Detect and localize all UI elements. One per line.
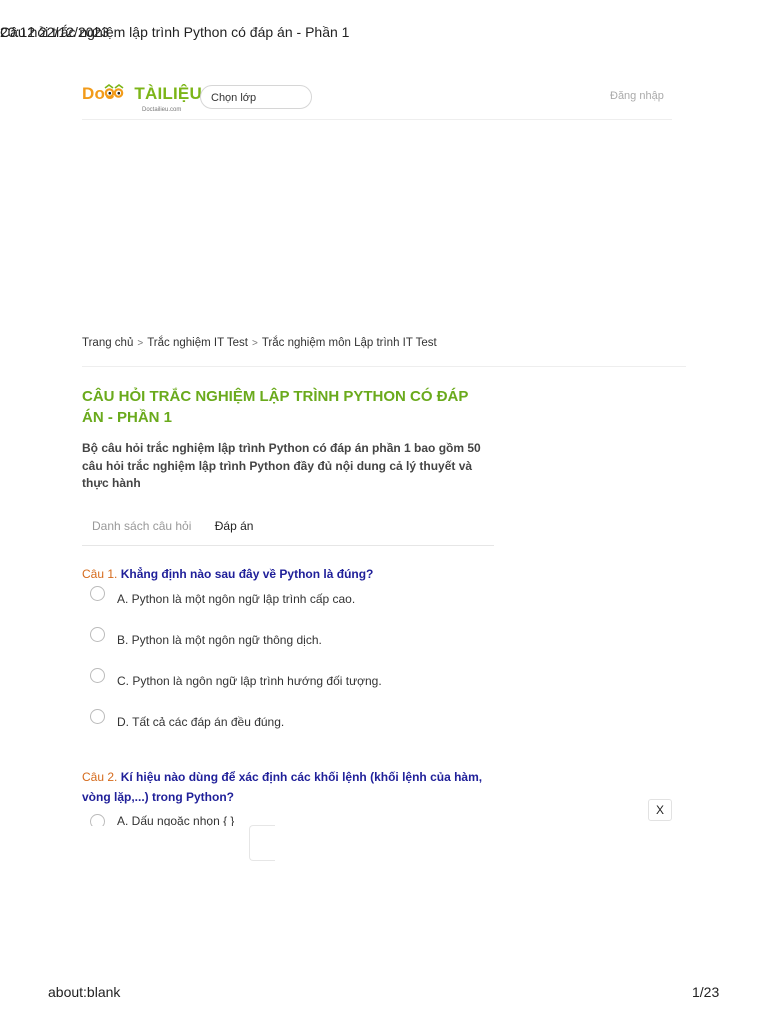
tab-question-list[interactable]: Danh sách câu hỏi [92, 519, 191, 533]
breadcrumb: Trang chủ > Trắc nghiệm IT Test > Trắc nghiệ… [82, 337, 437, 349]
breadcrumb-programming[interactable]: Trắc nghiệm môn Lập trình IT Test [262, 337, 437, 349]
answer-option[interactable]: A. Python là một ngôn ngữ lập trình cấp … [90, 586, 356, 607]
breadcrumb-it-test[interactable]: Trắc nghiệm IT Test [147, 337, 248, 349]
question-2: Câu 2. Kí hiệu nào dùng để xác định các … [82, 767, 502, 807]
answer-option[interactable]: B. Python là một ngôn ngữ thông dịch. [90, 627, 322, 648]
tab-divider [82, 545, 494, 546]
answer-option[interactable]: A. Dấu ngoặc nhọn { } [90, 814, 234, 826]
owl-eyes-icon [104, 84, 124, 98]
print-page-number: 1/23 [692, 984, 720, 1000]
radio-icon[interactable] [90, 814, 105, 826]
tab-answers[interactable]: Đáp án [215, 519, 254, 533]
logo-subtext: Doctailieu.com [142, 107, 182, 113]
question-number: Câu 1. [82, 567, 118, 581]
breadcrumb-divider [82, 366, 686, 367]
print-page-title: Câu hỏi trắc nghiệm lập trình Python có … [0, 24, 350, 40]
chevron-right-icon: > [137, 338, 144, 349]
answer-option-label: A. Python là một ngôn ngữ lập trình cấp … [117, 592, 356, 606]
intro-text: Bộ câu hỏi trắc nghiệm lập trình Python … [82, 441, 481, 490]
logo-wordmark: Doc TÀILIỆU [82, 84, 202, 103]
tab-bar: Danh sách câu hỏi Đáp án [82, 519, 273, 533]
site-logo[interactable]: Doc TÀILIỆU Doctailieu.com [82, 84, 202, 114]
answer-option-label: D. Tất cả các đáp án đều đúng. [117, 715, 285, 729]
answer-option-label: C. Python là ngôn ngữ lập trình hướng đố… [117, 674, 382, 688]
question-number: Câu 2. [82, 770, 118, 784]
question-text: Kí hiệu nào dùng để xác định các khối lệ… [82, 770, 483, 804]
radio-icon[interactable] [90, 627, 105, 643]
answer-option[interactable]: C. Python là ngôn ngữ lập trình hướng đố… [90, 668, 382, 689]
breadcrumb-home[interactable]: Trang chủ [82, 337, 133, 349]
radio-icon[interactable] [90, 709, 105, 725]
question-text: Khẳng định nào sau đây về Python là đúng… [120, 567, 374, 581]
question-1: Câu 1. Khẳng định nào sau đây về Python … [82, 564, 502, 584]
close-ad-button[interactable]: X [648, 799, 672, 821]
radio-icon[interactable] [90, 668, 105, 684]
radio-icon[interactable] [90, 586, 105, 602]
class-select[interactable]: Chọn lớp [200, 85, 312, 109]
login-link[interactable]: Đăng nhập [610, 90, 664, 102]
answer-option[interactable]: D. Tất cả các đáp án đều đúng. [90, 709, 285, 730]
chevron-right-icon: > [251, 338, 258, 349]
print-url: about:blank [48, 984, 121, 1000]
answer-option-label: A. Dấu ngoặc nhọn { } [117, 814, 235, 826]
answer-option-label: B. Python là một ngôn ngữ thông dịch. [117, 633, 322, 647]
page-title: CÂU HỎI TRẮC NGHIỆM LẬP TRÌNH PYTHON CÓ … [82, 388, 469, 426]
ad-frame [249, 825, 275, 861]
header-divider [82, 119, 672, 120]
